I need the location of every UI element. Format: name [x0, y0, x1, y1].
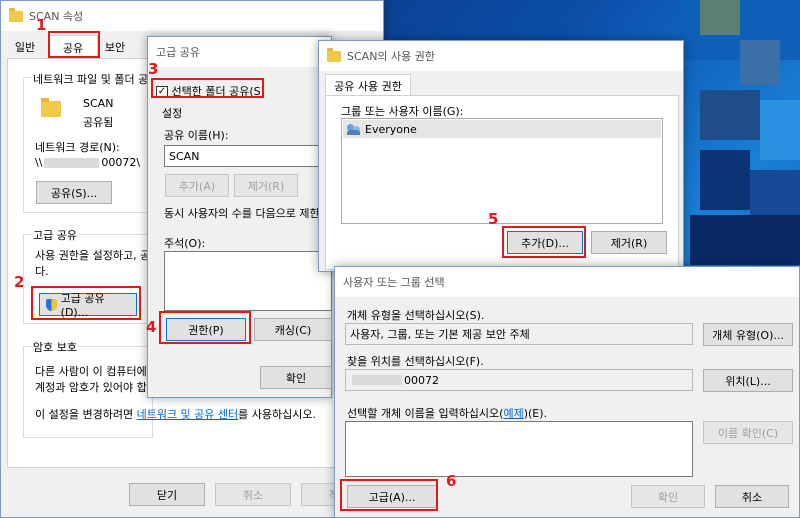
- location-label: 찾을 위치를 선택하십시오(F).: [347, 355, 484, 368]
- password-section-title: 암호 보호: [31, 339, 79, 355]
- check-names-button[interactable]: 이름 확인(C): [703, 421, 793, 444]
- permissions-window: SCAN의 사용 권한 공유 사용 권한 그룹 또는 사용자 이름(G): Ev…: [318, 40, 684, 272]
- remove-share-button[interactable]: 제거(R): [234, 174, 298, 197]
- network-section-title: 네트워크 파일 및 폴더 공: [31, 71, 151, 87]
- close-button[interactable]: 닫기: [129, 483, 205, 506]
- change-setting-text: 이 설정을 변경하려면 네트워크 및 공유 센터를 사용하십시오.: [35, 408, 316, 421]
- object-names-label: 선택할 개체 이름을 입력하십시오(예제)(E).: [347, 407, 548, 420]
- advanced-ok-button[interactable]: 확인: [260, 366, 332, 389]
- tab-share-permissions[interactable]: 공유 사용 권한: [325, 74, 411, 96]
- folder-name: SCAN: [83, 97, 114, 110]
- network-path-label: 네트워크 경로(N):: [35, 141, 120, 154]
- cancel-button[interactable]: 취소: [215, 483, 291, 506]
- highlight-sharing-tab: [48, 31, 100, 58]
- examples-link[interactable]: 예제: [503, 407, 523, 420]
- advanced-sharing-title: 고급 공유: [156, 46, 200, 59]
- group-user-label: 그룹 또는 사용자 이름(G):: [341, 105, 464, 118]
- highlight-advanced-find-button: [340, 479, 438, 511]
- highlight-add-button: [502, 226, 586, 258]
- object-type-label: 개체 유형을 선택하십시오(S).: [347, 309, 485, 322]
- object-type-field: 사용자, 그룹, 또는 기본 제공 보안 주체: [345, 323, 693, 345]
- highlight-share-checkbox: [151, 78, 264, 98]
- share-button[interactable]: 공유(S)...: [36, 181, 112, 204]
- step-6-label: 6: [446, 472, 457, 490]
- shared-folder-icon: [41, 101, 61, 117]
- folder-icon: [9, 7, 23, 22]
- scan-properties-titlebar[interactable]: SCAN 속성: [1, 1, 383, 31]
- list-item[interactable]: Everyone: [343, 120, 661, 138]
- folder-icon: [327, 47, 341, 62]
- highlight-advanced-share-button: [31, 286, 141, 320]
- select-users-titlebar[interactable]: 사용자 또는 그룹 선택: [335, 267, 799, 297]
- tab-general[interactable]: 일반: [7, 37, 43, 57]
- step-1-label: 1: [36, 16, 47, 34]
- share-name-label: 공유 이름(H):: [164, 129, 229, 142]
- settings-label: 설정: [162, 107, 183, 120]
- comment-label: 주석(O):: [164, 237, 206, 250]
- comment-field[interactable]: [164, 251, 332, 311]
- step-2-label: 2: [14, 273, 25, 291]
- object-names-input[interactable]: [345, 421, 693, 477]
- network-sharing-center-link[interactable]: 네트워크 및 공유 센터: [137, 408, 239, 421]
- location-button[interactable]: 위치(L)...: [703, 369, 793, 392]
- location-field: 00072: [345, 369, 693, 391]
- select-users-title: 사용자 또는 그룹 선택: [343, 276, 445, 289]
- remove-permission-button[interactable]: 제거(R): [591, 231, 667, 254]
- permissions-title: SCAN의 사용 권한: [347, 50, 436, 63]
- advanced-sharing-titlebar[interactable]: 고급 공유: [148, 37, 331, 67]
- user-limit-text: 동시 사용자의 수를 다음으로 제한: [164, 207, 320, 220]
- redacted-location: [352, 375, 402, 385]
- user-name: Everyone: [365, 122, 417, 136]
- redacted-path: [44, 158, 100, 168]
- step-4-label: 4: [146, 318, 157, 336]
- select-cancel-button[interactable]: 취소: [715, 485, 789, 508]
- select-ok-button[interactable]: 확인: [631, 485, 705, 508]
- password-desc-1: 다른 사람이 이 컴퓨터에: [35, 365, 147, 378]
- user-group-icon: [347, 123, 361, 135]
- permissions-titlebar[interactable]: SCAN의 사용 권한: [319, 41, 683, 71]
- user-list[interactable]: Everyone: [341, 118, 663, 224]
- advanced-desc-2: 다.: [35, 265, 49, 278]
- caching-button[interactable]: 캐싱(C): [254, 318, 332, 341]
- share-name-field[interactable]: SCAN: [164, 145, 332, 167]
- advanced-section-title: 고급 공유: [31, 227, 79, 243]
- folder-status: 공유됨: [83, 116, 114, 129]
- step-3-label: 3: [148, 60, 159, 78]
- add-share-button[interactable]: 추가(A): [165, 174, 229, 197]
- step-5-label: 5: [488, 210, 499, 228]
- object-type-button[interactable]: 개체 유형(O)...: [703, 323, 793, 346]
- advanced-desc-1: 사용 권한을 설정하고, 공: [35, 249, 151, 262]
- password-desc-2: 계정과 암호가 있어야 합: [35, 381, 147, 394]
- tab-security[interactable]: 보안: [99, 37, 131, 57]
- network-path-value: \\ 00072\: [35, 156, 141, 169]
- highlight-permissions-button: [159, 311, 251, 344]
